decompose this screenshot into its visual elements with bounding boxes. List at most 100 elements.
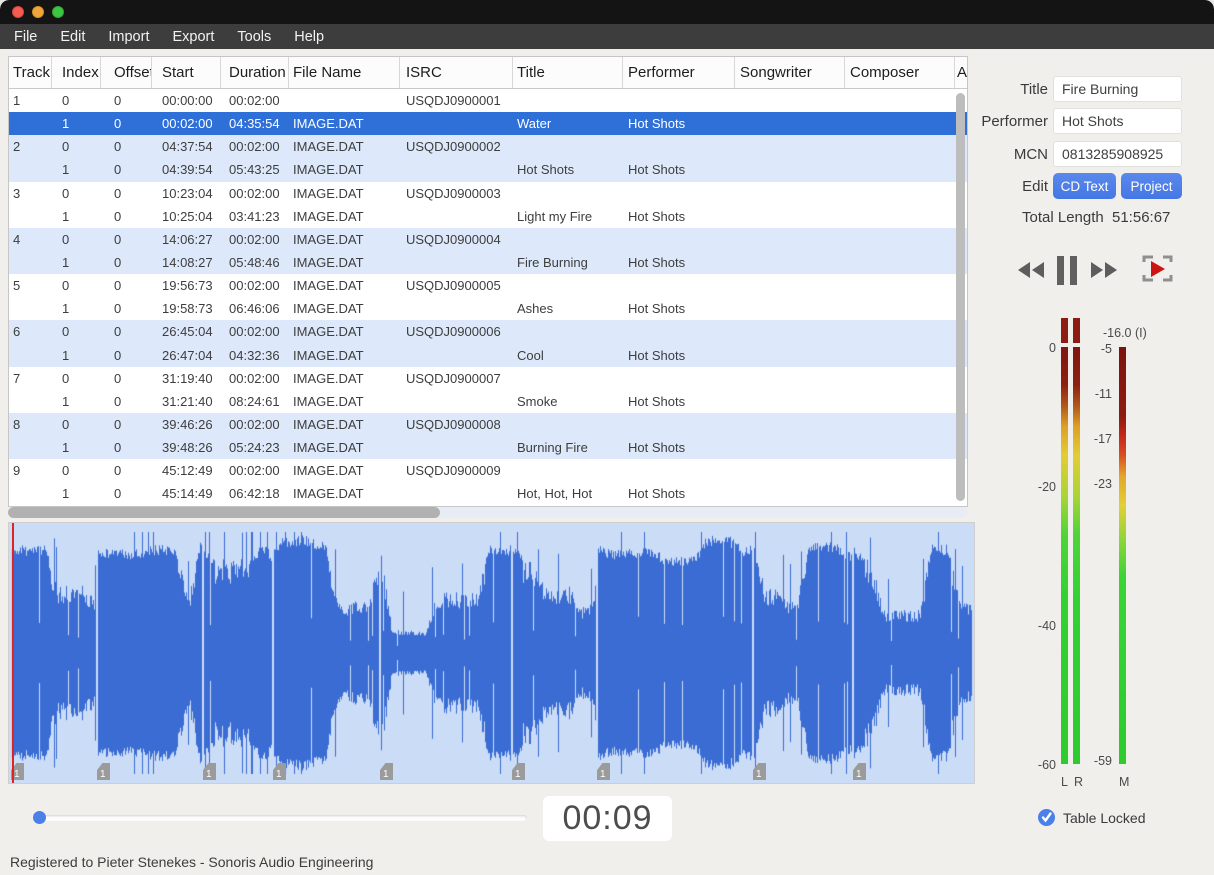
table-row[interactable]: 1004:39:5405:43:25IMAGE.DATHot ShotsHot …	[9, 158, 967, 181]
title-field-label: Title	[978, 81, 1048, 98]
table-cell: 1	[52, 209, 101, 224]
minimize-button[interactable]	[32, 6, 44, 18]
table-cell: Light my Fire	[513, 209, 623, 224]
table-cell: 0	[101, 255, 152, 270]
time-slider[interactable]	[35, 815, 527, 821]
table-row[interactable]: 1000:02:0004:35:54IMAGE.DATWaterHot Shot…	[9, 112, 967, 135]
menu-item-help[interactable]: Help	[294, 29, 324, 45]
pause-button[interactable]	[1057, 256, 1077, 285]
table-cell: 08:24:61	[221, 394, 289, 409]
horizontal-scrollbar-thumb[interactable]	[8, 507, 440, 518]
table-cell: IMAGE.DAT	[289, 186, 400, 201]
table-row[interactable]: 1039:48:2605:24:23IMAGE.DATBurning FireH…	[9, 436, 967, 459]
project-button[interactable]: Project	[1121, 173, 1182, 199]
title-field[interactable]	[1053, 76, 1182, 102]
m-meter-scale-label: -17	[1078, 432, 1112, 446]
rewind-button[interactable]	[1017, 260, 1045, 280]
table-row[interactable]: 1019:58:7306:46:06IMAGE.DATAshesHot Shot…	[9, 297, 967, 320]
menu-item-file[interactable]: File	[14, 29, 37, 45]
table-cell: 04:37:54	[152, 139, 221, 154]
meter-channel-label-r: R	[1074, 775, 1083, 789]
time-display: 00:09	[543, 796, 672, 841]
table-cell: 0	[101, 371, 152, 386]
table-cell: 05:48:46	[221, 255, 289, 270]
header-cell-title[interactable]: Title	[513, 57, 623, 88]
header-cell-composer[interactable]: Composer	[845, 57, 955, 88]
table-row[interactable]: 80039:46:2600:02:00IMAGE.DATUSQDJ0900008	[9, 413, 967, 436]
playback-cursor[interactable]	[12, 523, 14, 783]
table-row[interactable]: 1045:14:4906:42:18IMAGE.DATHot, Hot, Hot…	[9, 482, 967, 505]
table-cell: 19:58:73	[152, 301, 221, 316]
table-row[interactable]: 1026:47:0404:32:36IMAGE.DATCoolHot Shots	[9, 344, 967, 367]
table-row[interactable]: 30010:23:0400:02:00IMAGE.DATUSQDJ0900003	[9, 182, 967, 205]
track-table: TrackIndexOffsetStartDurationFile NameIS…	[8, 56, 968, 507]
table-cell: 03:41:23	[221, 209, 289, 224]
table-cell: USQDJ0900004	[400, 232, 513, 247]
menu-item-edit[interactable]: Edit	[60, 29, 85, 45]
header-cell-isrc[interactable]: ISRC	[400, 57, 513, 88]
table-cell: 00:02:00	[221, 186, 289, 201]
table-cell: IMAGE.DAT	[289, 278, 400, 293]
header-cell-performer[interactable]: Performer	[623, 57, 735, 88]
momentary-loudness-value: -16.0 (I)	[1103, 326, 1147, 340]
time-slider-thumb[interactable]	[33, 811, 46, 824]
menu-item-tools[interactable]: Tools	[237, 29, 271, 45]
table-cell: Hot Shots	[513, 162, 623, 177]
header-cell-file-name[interactable]: File Name	[289, 57, 400, 88]
header-cell-start[interactable]: Start	[152, 57, 221, 88]
table-row[interactable]: 1031:21:4008:24:61IMAGE.DATSmokeHot Shot…	[9, 390, 967, 413]
table-locked-checkbox[interactable]	[1038, 809, 1055, 826]
mcn-field[interactable]	[1053, 141, 1182, 167]
table-cell: Hot Shots	[623, 255, 735, 270]
table-cell: IMAGE.DAT	[289, 463, 400, 478]
table-cell: Smoke	[513, 394, 623, 409]
cd-text-button[interactable]: CD Text	[1053, 173, 1116, 199]
waveform-canvas[interactable]	[9, 523, 974, 783]
table-cell: USQDJ0900008	[400, 417, 513, 432]
table-cell: 05:24:23	[221, 440, 289, 455]
m-meter-scale-label: -5	[1078, 342, 1112, 356]
fast-forward-button[interactable]	[1090, 260, 1118, 280]
header-cell-songwriter[interactable]: Songwriter	[735, 57, 845, 88]
table-cell: 0	[101, 324, 152, 339]
table-cell: 31:21:40	[152, 394, 221, 409]
horizontal-scrollbar[interactable]	[8, 507, 968, 518]
table-cell: 1	[52, 255, 101, 270]
table-row[interactable]: 10000:00:0000:02:00USQDJ0900001	[9, 89, 967, 112]
table-cell: Hot Shots	[623, 486, 735, 501]
table-cell: 0	[101, 116, 152, 131]
table-cell: 00:02:00	[221, 232, 289, 247]
menu-item-import[interactable]: Import	[108, 29, 149, 45]
zoom-button[interactable]	[52, 6, 64, 18]
performer-field[interactable]	[1053, 108, 1182, 134]
table-cell: 0	[52, 324, 101, 339]
header-cell-track[interactable]: Track	[9, 57, 52, 88]
m-meter-scale-label: -23	[1078, 477, 1112, 491]
table-cell: Burning Fire	[513, 440, 623, 455]
table-cell: USQDJ0900002	[400, 139, 513, 154]
table-cell: 0	[101, 162, 152, 177]
table-row[interactable]: 70031:19:4000:02:00IMAGE.DATUSQDJ0900007	[9, 367, 967, 390]
table-cell: 06:46:06	[221, 301, 289, 316]
header-cell-index[interactable]: Index	[52, 57, 101, 88]
table-cell: 0	[101, 139, 152, 154]
table-cell: 19:56:73	[152, 278, 221, 293]
menu-item-export[interactable]: Export	[172, 29, 214, 45]
table-cell: IMAGE.DAT	[289, 139, 400, 154]
table-row[interactable]: 20004:37:5400:02:00IMAGE.DATUSQDJ0900002	[9, 135, 967, 158]
table-row[interactable]: 1014:08:2705:48:46IMAGE.DATFire BurningH…	[9, 251, 967, 274]
close-button[interactable]	[12, 6, 24, 18]
table-row[interactable]: 90045:12:4900:02:00IMAGE.DATUSQDJ0900009	[9, 459, 967, 482]
table-row[interactable]: 40014:06:2700:02:00IMAGE.DATUSQDJ0900004	[9, 228, 967, 251]
table-cell: Hot Shots	[623, 209, 735, 224]
header-cell-offset[interactable]: Offset	[101, 57, 152, 88]
play-selection-button[interactable]	[1140, 253, 1175, 284]
header-cell-arr[interactable]: Arr	[955, 57, 967, 88]
vertical-scrollbar[interactable]	[956, 93, 965, 501]
table-cell: USQDJ0900007	[400, 371, 513, 386]
table-cell: Fire Burning	[513, 255, 623, 270]
table-row[interactable]: 1010:25:0403:41:23IMAGE.DATLight my Fire…	[9, 205, 967, 228]
table-row[interactable]: 50019:56:7300:02:00IMAGE.DATUSQDJ0900005	[9, 274, 967, 297]
header-cell-duration[interactable]: Duration	[221, 57, 289, 88]
table-row[interactable]: 60026:45:0400:02:00IMAGE.DATUSQDJ0900006	[9, 320, 967, 343]
